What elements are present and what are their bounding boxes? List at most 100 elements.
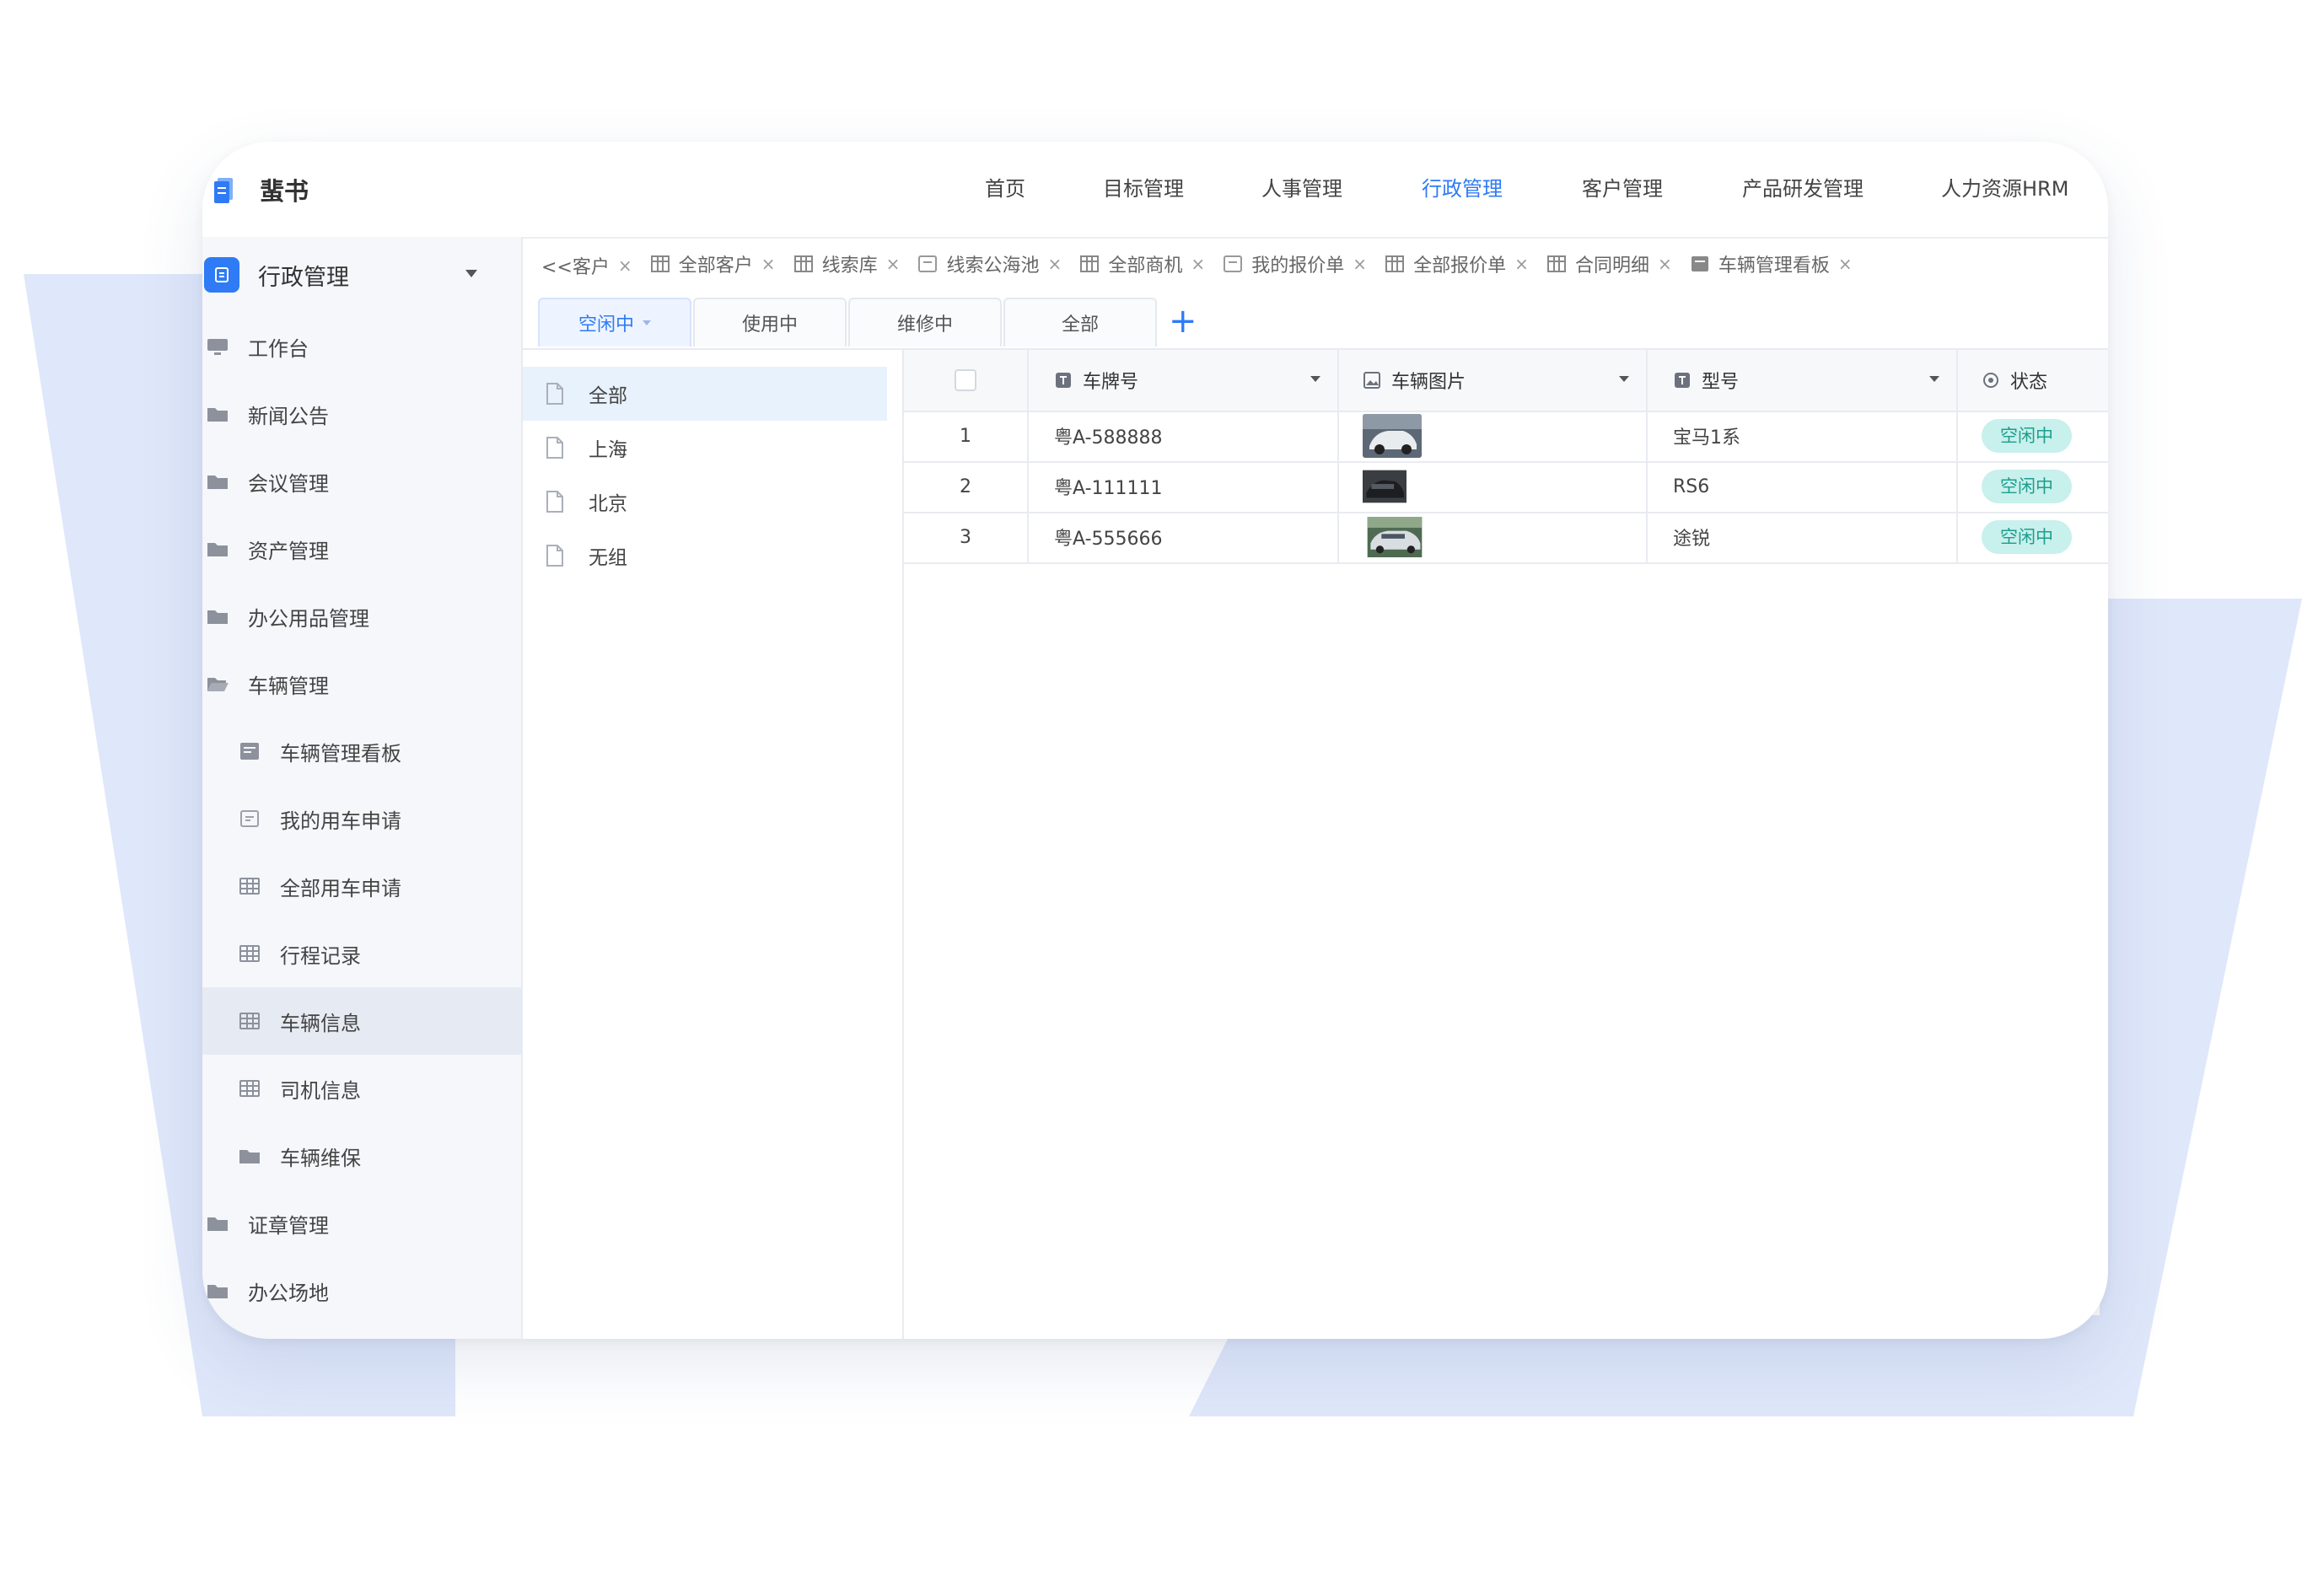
group-item-label: 上海	[589, 439, 627, 461]
close-icon[interactable]: ×	[1658, 254, 1672, 274]
group-item-label: 全部	[589, 385, 627, 407]
status-cell[interactable]: 空闲中	[1958, 512, 2108, 562]
group-panel: 全部 上海 北京 无组	[523, 348, 904, 1339]
model-cell[interactable]: 宝马1系	[1648, 411, 1958, 461]
column-header-plate[interactable]: 车牌号	[1029, 350, 1339, 411]
top-menu-customers[interactable]: 客户管理	[1582, 142, 1663, 237]
top-menu-admin[interactable]: 行政管理	[1422, 142, 1503, 237]
filter-tab-all[interactable]: 全部	[1003, 298, 1157, 347]
view-tab-label: <<客户	[541, 257, 610, 278]
sidebar-item-all-requests[interactable]: 全部用车申请	[202, 852, 521, 920]
folder-icon	[207, 408, 228, 422]
view-tab-strip: <<客户 × 全部客户 × 线索库 × 线索公海池 × 全部商机 × 我的报价单 × 全部报…	[523, 237, 2108, 291]
table-row[interactable]: 1 粤A-588888 宝马1系 空闲中	[904, 411, 2108, 463]
view-tab-all-customers[interactable]: 全部客户 ×	[650, 237, 776, 291]
model-cell[interactable]: 途锐	[1648, 512, 1958, 562]
view-tab-my-quotes[interactable]: 我的报价单 ×	[1223, 237, 1367, 291]
add-view-button[interactable]: +	[1169, 298, 1197, 345]
sidebar-item-workbench[interactable]: 工作台	[202, 313, 521, 380]
model-cell[interactable]: RS6	[1648, 461, 1958, 512]
view-tab-vehicle-dashboard[interactable]: 车辆管理看板 ×	[1690, 237, 1853, 291]
plate-cell[interactable]: 粤A-555666	[1029, 512, 1339, 562]
status-cell[interactable]: 空闲中	[1958, 411, 2108, 461]
filter-tab-repairing[interactable]: 维修中	[848, 298, 1002, 347]
vehicle-photo[interactable]	[1363, 465, 1406, 508]
sidebar-item-my-requests[interactable]: 我的用车申请	[202, 785, 521, 852]
view-tab-lead-pool[interactable]: 线索公海池 ×	[917, 237, 1062, 291]
photo-cell[interactable]	[1339, 411, 1648, 461]
close-icon[interactable]: ×	[1191, 254, 1205, 274]
chevron-down-icon[interactable]	[643, 320, 651, 325]
app-window: 蜚书 首页 目标管理 人事管理 行政管理 客户管理 产品研发管理 人力资源HRM…	[202, 142, 2108, 1339]
row-index: 1	[904, 411, 1029, 461]
view-tab-all-quotes[interactable]: 全部报价单 ×	[1385, 237, 1529, 291]
sidebar-item-driver-info[interactable]: 司机信息	[202, 1055, 521, 1122]
chevron-down-icon[interactable]	[465, 270, 477, 277]
close-icon[interactable]: ×	[618, 255, 632, 276]
close-icon[interactable]: ×	[761, 254, 776, 274]
sidebar-item-vehicle-info[interactable]: 车辆信息	[202, 987, 521, 1055]
group-item-beijing[interactable]: 北京	[523, 475, 887, 529]
top-menu-hrm[interactable]: 人力资源HRM	[1941, 142, 2068, 237]
top-menu-home[interactable]: 首页	[985, 142, 1025, 237]
vehicle-photo[interactable]	[1363, 517, 1427, 557]
sidebar-item-label: 办公用品管理	[248, 606, 369, 631]
chevron-down-icon[interactable]	[1929, 376, 1939, 382]
column-header-photo[interactable]: 车辆图片	[1339, 350, 1648, 411]
view-tab-label: 车辆管理看板	[1718, 255, 1830, 277]
chevron-down-icon[interactable]	[1619, 376, 1629, 382]
sidebar-item-meetings[interactable]: 会议管理	[202, 448, 521, 515]
filter-tab-label: 使用中	[741, 314, 798, 336]
column-header-model[interactable]: 型号	[1648, 350, 1958, 411]
table-row[interactable]: 2 粤A-111111 RS6 空闲中	[904, 461, 2108, 513]
plate-cell[interactable]: 粤A-111111	[1029, 461, 1339, 512]
sidebar-item-label: 证章管理	[248, 1213, 329, 1238]
sidebar-item-assets[interactable]: 资产管理	[202, 515, 521, 583]
sidebar-app-switcher[interactable]: 行政管理	[202, 237, 521, 313]
view-tab-leads[interactable]: 线索库 ×	[793, 237, 901, 291]
image-field-icon	[1363, 372, 1380, 389]
form-icon	[240, 810, 259, 827]
status-badge: 空闲中	[1982, 470, 2072, 503]
sidebar-item-office-supplies[interactable]: 办公用品管理	[202, 583, 521, 650]
group-item-shanghai[interactable]: 上海	[523, 421, 887, 475]
filter-tab-label: 全部	[1061, 314, 1099, 336]
close-icon[interactable]: ×	[1353, 254, 1367, 274]
photo-cell[interactable]	[1339, 461, 1648, 512]
close-icon[interactable]: ×	[1048, 254, 1062, 274]
sidebar-item-seals[interactable]: 证章管理	[202, 1190, 521, 1257]
status-cell[interactable]: 空闲中	[1958, 461, 2108, 512]
document-icon	[546, 545, 563, 567]
top-menu-goals[interactable]: 目标管理	[1103, 142, 1184, 237]
view-tab-all-opportunities[interactable]: 全部商机 ×	[1079, 237, 1205, 291]
admin-app-icon	[204, 257, 239, 293]
view-tab-label: 线索公海池	[946, 255, 1040, 277]
photo-cell[interactable]	[1339, 512, 1648, 562]
top-menu-personnel[interactable]: 人事管理	[1261, 142, 1342, 237]
sidebar-item-vehicle-dashboard[interactable]: 车辆管理看板	[202, 717, 521, 785]
group-item-none[interactable]: 无组	[523, 529, 887, 583]
plate-cell[interactable]: 粤A-588888	[1029, 411, 1339, 461]
filter-tab-in-use[interactable]: 使用中	[693, 298, 847, 347]
close-icon[interactable]: ×	[886, 254, 901, 274]
sidebar-item-label: 资产管理	[248, 539, 329, 563]
select-all-checkbox[interactable]	[955, 369, 976, 391]
vehicle-photo[interactable]	[1363, 414, 1422, 458]
chevron-down-icon[interactable]	[1310, 376, 1320, 382]
view-tab-contract-details[interactable]: 合同明细 ×	[1546, 237, 1672, 291]
close-icon[interactable]: ×	[1838, 254, 1853, 274]
folder-open-icon	[207, 678, 229, 691]
sidebar-item-trip-records[interactable]: 行程记录	[202, 920, 521, 987]
table-icon	[1385, 255, 1405, 272]
filter-tab-idle[interactable]: 空闲中	[538, 298, 691, 347]
table-row[interactable]: 3 粤A-555666 途锐 空闲中	[904, 512, 2108, 564]
column-header-status[interactable]: 状态	[1958, 350, 2108, 411]
sidebar-item-news[interactable]: 新闻公告	[202, 380, 521, 448]
sidebar-item-office-space[interactable]: 办公场地	[202, 1257, 521, 1325]
top-menu-product-rd[interactable]: 产品研发管理	[1742, 142, 1864, 237]
group-item-all[interactable]: 全部	[523, 367, 887, 421]
view-tab-back-customers[interactable]: <<客户 ×	[541, 239, 632, 291]
sidebar-item-vehicles[interactable]: 车辆管理	[202, 650, 521, 717]
sidebar-item-vehicle-maintenance[interactable]: 车辆维保	[202, 1122, 521, 1190]
close-icon[interactable]: ×	[1514, 254, 1529, 274]
